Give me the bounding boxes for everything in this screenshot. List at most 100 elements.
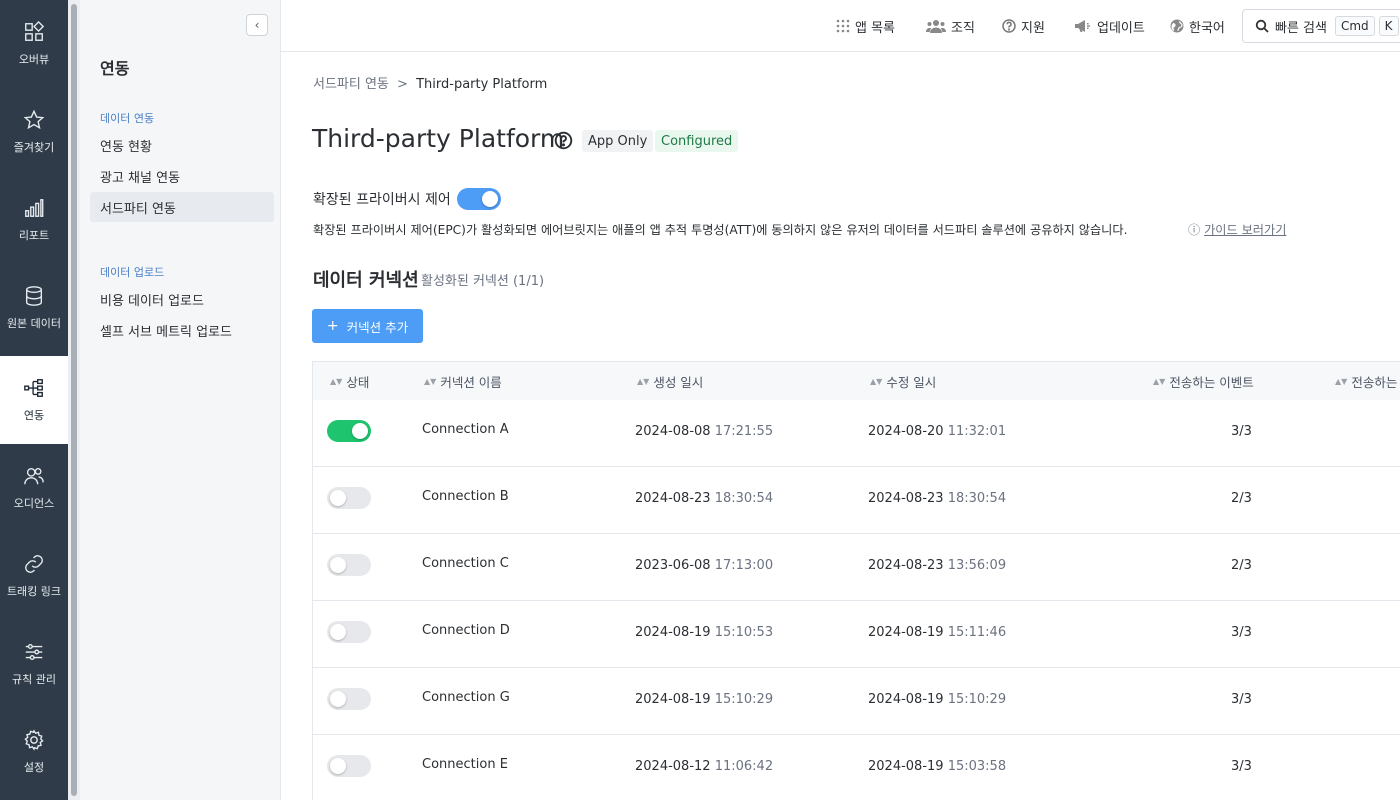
column-header-name[interactable]: ▲▼ 커넥션 이름 (424, 362, 502, 400)
epc-toggle[interactable] (457, 188, 501, 210)
organization-label: 조직 (951, 20, 975, 36)
column-header-label: 상태 (346, 374, 370, 390)
column-header-events[interactable]: ▲▼ 전송하는 이벤트 (1153, 362, 1254, 400)
quick-search-input[interactable]: 빠른 검색 Cmd K (1242, 9, 1400, 43)
support-button[interactable]: 지원 (1002, 0, 1045, 52)
connection-status-toggle[interactable] (327, 755, 371, 777)
collapse-sidebar-button[interactable]: ‹ (246, 14, 268, 36)
modified-date: 2024-08-20 (868, 424, 944, 439)
created-datetime: 2024-08-19 15:10:29 (635, 692, 773, 707)
help-circle-icon (1002, 19, 1016, 33)
rail-item-label: 트래킹 링크 (6, 585, 62, 598)
table-row[interactable]: Connection E 2024-08-12 11:06:42 2024-08-1… (313, 735, 1400, 800)
created-date: 2023-06-08 (635, 558, 711, 573)
table-row[interactable]: Connection D 2024-08-19 15:10:53 2024-08-1… (313, 601, 1400, 668)
connection-status-toggle[interactable] (327, 688, 371, 710)
chevron-left-icon: ‹ (254, 18, 260, 32)
rail-item-tracking-link[interactable]: 트래킹 링크 (0, 532, 68, 620)
modified-time: 15:11:46 (947, 625, 1007, 640)
connection-name[interactable]: Connection A (422, 422, 509, 437)
connection-status-toggle[interactable] (327, 621, 371, 643)
sidebar-item-self-serve-upload[interactable]: 셀프 서브 메트릭 업로드 (90, 315, 274, 345)
globe-icon (1170, 19, 1184, 33)
table-row[interactable]: Connection C 2023-06-08 17:13:00 2024-08-2… (313, 534, 1400, 601)
rail-item-settings[interactable]: 설정 (0, 708, 68, 796)
column-header-modified[interactable]: ▲▼ 수정 일시 (870, 362, 936, 400)
sidebar-item-integration-status[interactable]: 연동 현황 (90, 130, 274, 160)
created-time: 15:10:53 (714, 625, 774, 640)
rail-item-rules[interactable]: 규칙 관리 (0, 620, 68, 708)
sidebar-item-cost-upload[interactable]: 비용 데이터 업로드 (90, 284, 274, 314)
language-button[interactable]: 한국어 (1170, 0, 1225, 52)
rail-item-audience[interactable]: 오디언스 (0, 444, 68, 532)
modified-datetime: 2024-08-19 15:11:46 (868, 625, 1006, 640)
modified-date: 2024-08-19 (868, 692, 944, 707)
rail-item-favorites[interactable]: 즐겨찾기 (0, 88, 68, 176)
connection-name[interactable]: Connection C (422, 556, 509, 571)
sidebar-item-third-party[interactable]: 서드파티 연동 (90, 192, 274, 222)
connection-name[interactable]: Connection G (422, 690, 510, 705)
connection-name[interactable]: Connection E (422, 757, 508, 772)
breadcrumb: 서드파티 연동 > Third-party Platform (313, 73, 547, 92)
created-time: 18:30:54 (714, 491, 774, 506)
add-connection-label: 커넥션 추가 (346, 319, 409, 335)
rail-item-overview[interactable]: 오버뷰 (0, 0, 68, 88)
connection-name[interactable]: Connection B (422, 489, 509, 504)
sidebar-group-label: 데이터 연동 (100, 112, 155, 125)
toggle-knob (482, 191, 498, 207)
team-icon (926, 20, 946, 33)
column-header-label: 전송하는 이벤트 (1169, 374, 1254, 390)
connection-status-toggle[interactable] (327, 554, 371, 576)
guide-link[interactable]: ⓘ 가이드 보러가기 (1188, 220, 1286, 238)
help-icon[interactable] (554, 131, 573, 150)
sort-icon: ▲▼ (637, 376, 650, 386)
modified-datetime: 2024-08-19 15:10:29 (868, 692, 1006, 707)
modified-time: 15:03:58 (947, 759, 1007, 774)
app-list-button[interactable]: 앱 목록 (836, 0, 895, 52)
modified-datetime: 2024-08-20 11:32:01 (868, 424, 1006, 439)
table-row[interactable]: Connection B 2024-08-23 18:30:54 2024-08-2… (313, 467, 1400, 534)
sort-icon: ▲▼ (330, 376, 343, 386)
created-time: 11:06:42 (714, 759, 774, 774)
sort-icon: ▲▼ (1335, 376, 1348, 386)
updates-button[interactable]: 업데이트 (1074, 0, 1145, 52)
modified-time: 18:30:54 (947, 491, 1007, 506)
table-row[interactable]: Connection G 2024-08-19 15:10:29 2024-08-1… (313, 668, 1400, 735)
secondary-sidebar: ‹ 연동 데이터 연동 연동 현황 광고 채널 연동 서드파티 연동 데이터 업… (80, 0, 281, 800)
rail-item-integration[interactable]: 연동 (0, 356, 68, 444)
created-date: 2024-08-12 (635, 759, 711, 774)
modified-datetime: 2024-08-19 15:03:58 (868, 759, 1006, 774)
breadcrumb-current: Third-party Platform (416, 77, 548, 92)
app-list-label: 앱 목록 (855, 20, 896, 36)
created-date: 2024-08-08 (635, 424, 711, 439)
audience-icon (24, 467, 44, 485)
created-date: 2024-08-19 (635, 625, 711, 640)
sort-icon: ▲▼ (1153, 376, 1166, 386)
column-header-sent[interactable]: ▲▼ 전송하는 (1335, 362, 1397, 400)
organization-button[interactable]: 조직 (926, 0, 975, 52)
connection-status-toggle[interactable] (327, 420, 371, 442)
column-header-status[interactable]: ▲▼ 상태 (330, 362, 369, 400)
connection-status-toggle[interactable] (327, 487, 371, 509)
rail-item-report[interactable]: 리포트 (0, 176, 68, 264)
rail-item-label: 리포트 (18, 229, 50, 242)
rail-scrollbar[interactable] (68, 0, 80, 800)
table-row[interactable]: Connection A 2024-08-08 17:21:55 2024-08-2… (313, 400, 1400, 467)
scrollbar-thumb[interactable] (71, 4, 77, 796)
rail-item-raw-data[interactable]: 원본 데이터 (0, 264, 68, 352)
overview-icon (25, 21, 45, 41)
connection-name[interactable]: Connection D (422, 623, 510, 638)
search-icon (1255, 19, 1269, 33)
top-bar: 앱 목록 조직 지원 업데이트 한국어 빠른 검색 Cmd K (281, 0, 1400, 52)
sidebar-item-ad-channel[interactable]: 광고 채널 연동 (90, 161, 274, 191)
add-connection-button[interactable]: + 커넥션 추가 (312, 309, 423, 343)
created-time: 15:10:29 (714, 692, 774, 707)
sent-events-count: 2/3 (1231, 491, 1252, 506)
column-header-label: 커넥션 이름 (440, 374, 502, 390)
sent-events-count: 3/3 (1231, 625, 1252, 640)
toggle-knob (352, 423, 368, 439)
breadcrumb-parent-link[interactable]: 서드파티 연동 (313, 77, 389, 92)
grid-icon (836, 19, 850, 33)
column-header-created[interactable]: ▲▼ 생성 일시 (637, 362, 703, 400)
rail-item-label: 연동 (23, 409, 45, 422)
